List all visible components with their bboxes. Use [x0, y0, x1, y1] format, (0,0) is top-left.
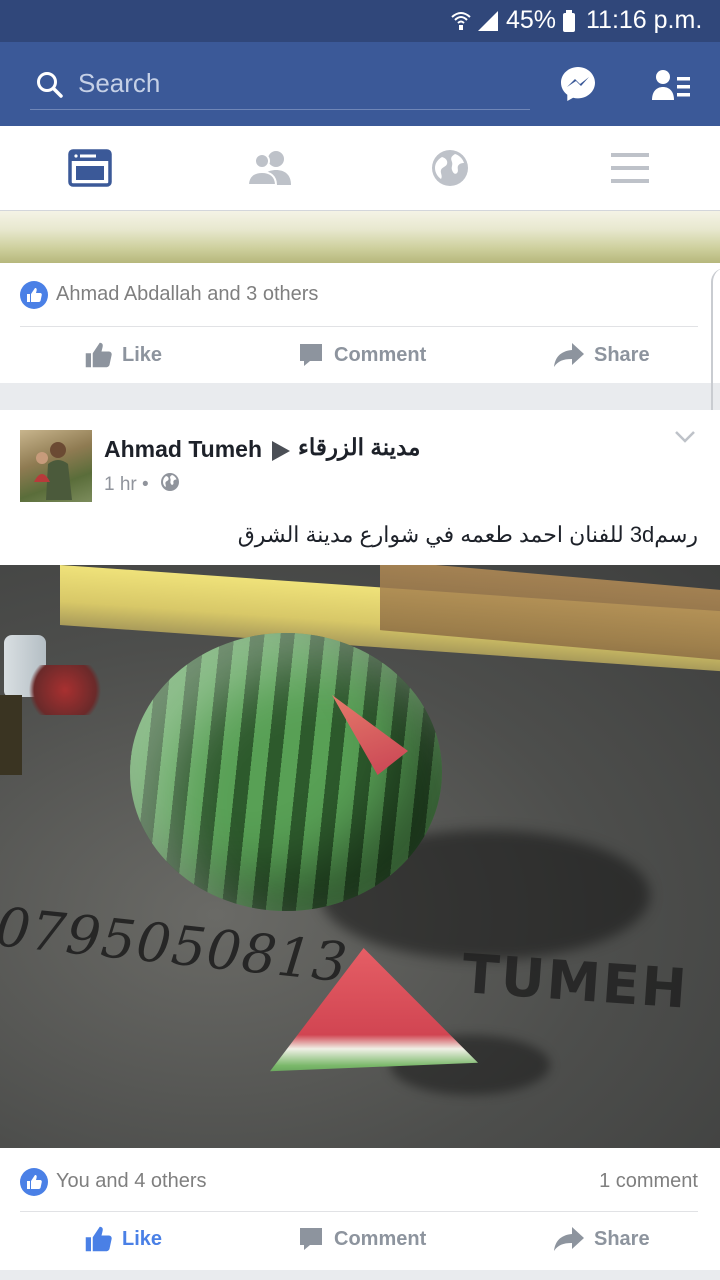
comment-label: Comment [334, 1227, 427, 1250]
watermelon-drawing [130, 633, 442, 911]
tab-bar [0, 126, 720, 211]
post-time[interactable]: 1 hr • [104, 474, 149, 496]
globe-icon [432, 150, 468, 186]
photo-signature: TUMEH [460, 942, 691, 1021]
share-button[interactable]: Share [554, 1211, 650, 1267]
tab-news-feed[interactable] [0, 126, 180, 210]
tab-menu[interactable] [540, 126, 720, 210]
share-icon [554, 1227, 584, 1251]
previous-post-footer: Ahmad Abdallah and 3 others Like Comment… [0, 263, 720, 383]
like-reaction-icon [20, 1168, 48, 1196]
photo-bottle-dark [0, 695, 22, 775]
share-icon [554, 343, 584, 367]
comment-label: Comment [334, 343, 427, 366]
reactions-summary[interactable]: You and 4 others 1 comment [0, 1150, 720, 1214]
signal-icon [478, 11, 498, 31]
reactions-text: You and 4 others [56, 1170, 207, 1192]
status-bar: 45% 11:16 p.m. [0, 0, 720, 42]
like-button[interactable]: Like [84, 1211, 162, 1267]
battery-icon [563, 10, 575, 32]
share-label: Share [594, 1227, 650, 1250]
search-input[interactable]: Search [78, 68, 160, 99]
reactions-text: Ahmad Abdallah and 3 others [56, 283, 319, 305]
hamburger-menu-icon [611, 153, 649, 183]
news-feed-icon [68, 149, 112, 187]
reactions-summary[interactable]: Ahmad Abdallah and 3 others [0, 263, 720, 327]
top-bar: Search [0, 42, 720, 126]
clock: 11:16 p.m. [586, 6, 703, 34]
search-icon[interactable] [36, 71, 64, 99]
comment-button[interactable]: Comment [298, 327, 426, 383]
comment-icon [300, 1228, 322, 1250]
group-name[interactable]: مدينة الزرقاء [298, 434, 420, 461]
author-avatar[interactable] [20, 430, 92, 502]
photo-props [20, 665, 110, 715]
tab-notifications[interactable] [360, 126, 540, 210]
previous-post-image[interactable] [0, 211, 720, 263]
scroll-indicator [711, 268, 720, 428]
posted-to-arrow-icon [272, 441, 290, 461]
separator-dot: • [142, 474, 149, 495]
like-button[interactable]: Like [84, 327, 162, 383]
post-actions: Like Comment Share [0, 1211, 720, 1267]
wifi-icon [451, 12, 471, 30]
post-time-text: 1 hr [104, 474, 137, 495]
post-text: رسم3d للفنان احمد طعمه في شوارع مدينة ال… [237, 522, 698, 547]
feed-post: Ahmad Tumeh مدينة الزرقاء 1 hr • رسم3d ل… [0, 410, 720, 1270]
public-globe-icon [161, 473, 179, 491]
comment-icon [300, 344, 322, 366]
search-underline [30, 109, 530, 110]
share-button[interactable]: Share [554, 327, 650, 383]
like-label: Like [122, 1227, 163, 1250]
comment-button[interactable]: Comment [298, 1211, 426, 1267]
comments-count[interactable]: 1 comment [599, 1170, 698, 1193]
tab-friends[interactable] [180, 126, 360, 210]
friends-icon [247, 151, 291, 186]
battery-percent: 45% [506, 6, 557, 34]
like-icon [85, 342, 112, 368]
author-name[interactable]: Ahmad Tumeh [104, 436, 262, 463]
like-icon [85, 1226, 112, 1252]
friend-requests-icon[interactable] [652, 68, 692, 102]
like-reaction-icon [20, 281, 48, 309]
avatar-photo [34, 442, 72, 500]
chevron-down-icon[interactable] [674, 430, 696, 444]
share-label: Share [594, 343, 650, 366]
messenger-icon[interactable] [558, 64, 598, 104]
post-photo[interactable]: 0795050813 TUMEH [0, 565, 720, 1148]
like-label: Like [122, 343, 163, 366]
